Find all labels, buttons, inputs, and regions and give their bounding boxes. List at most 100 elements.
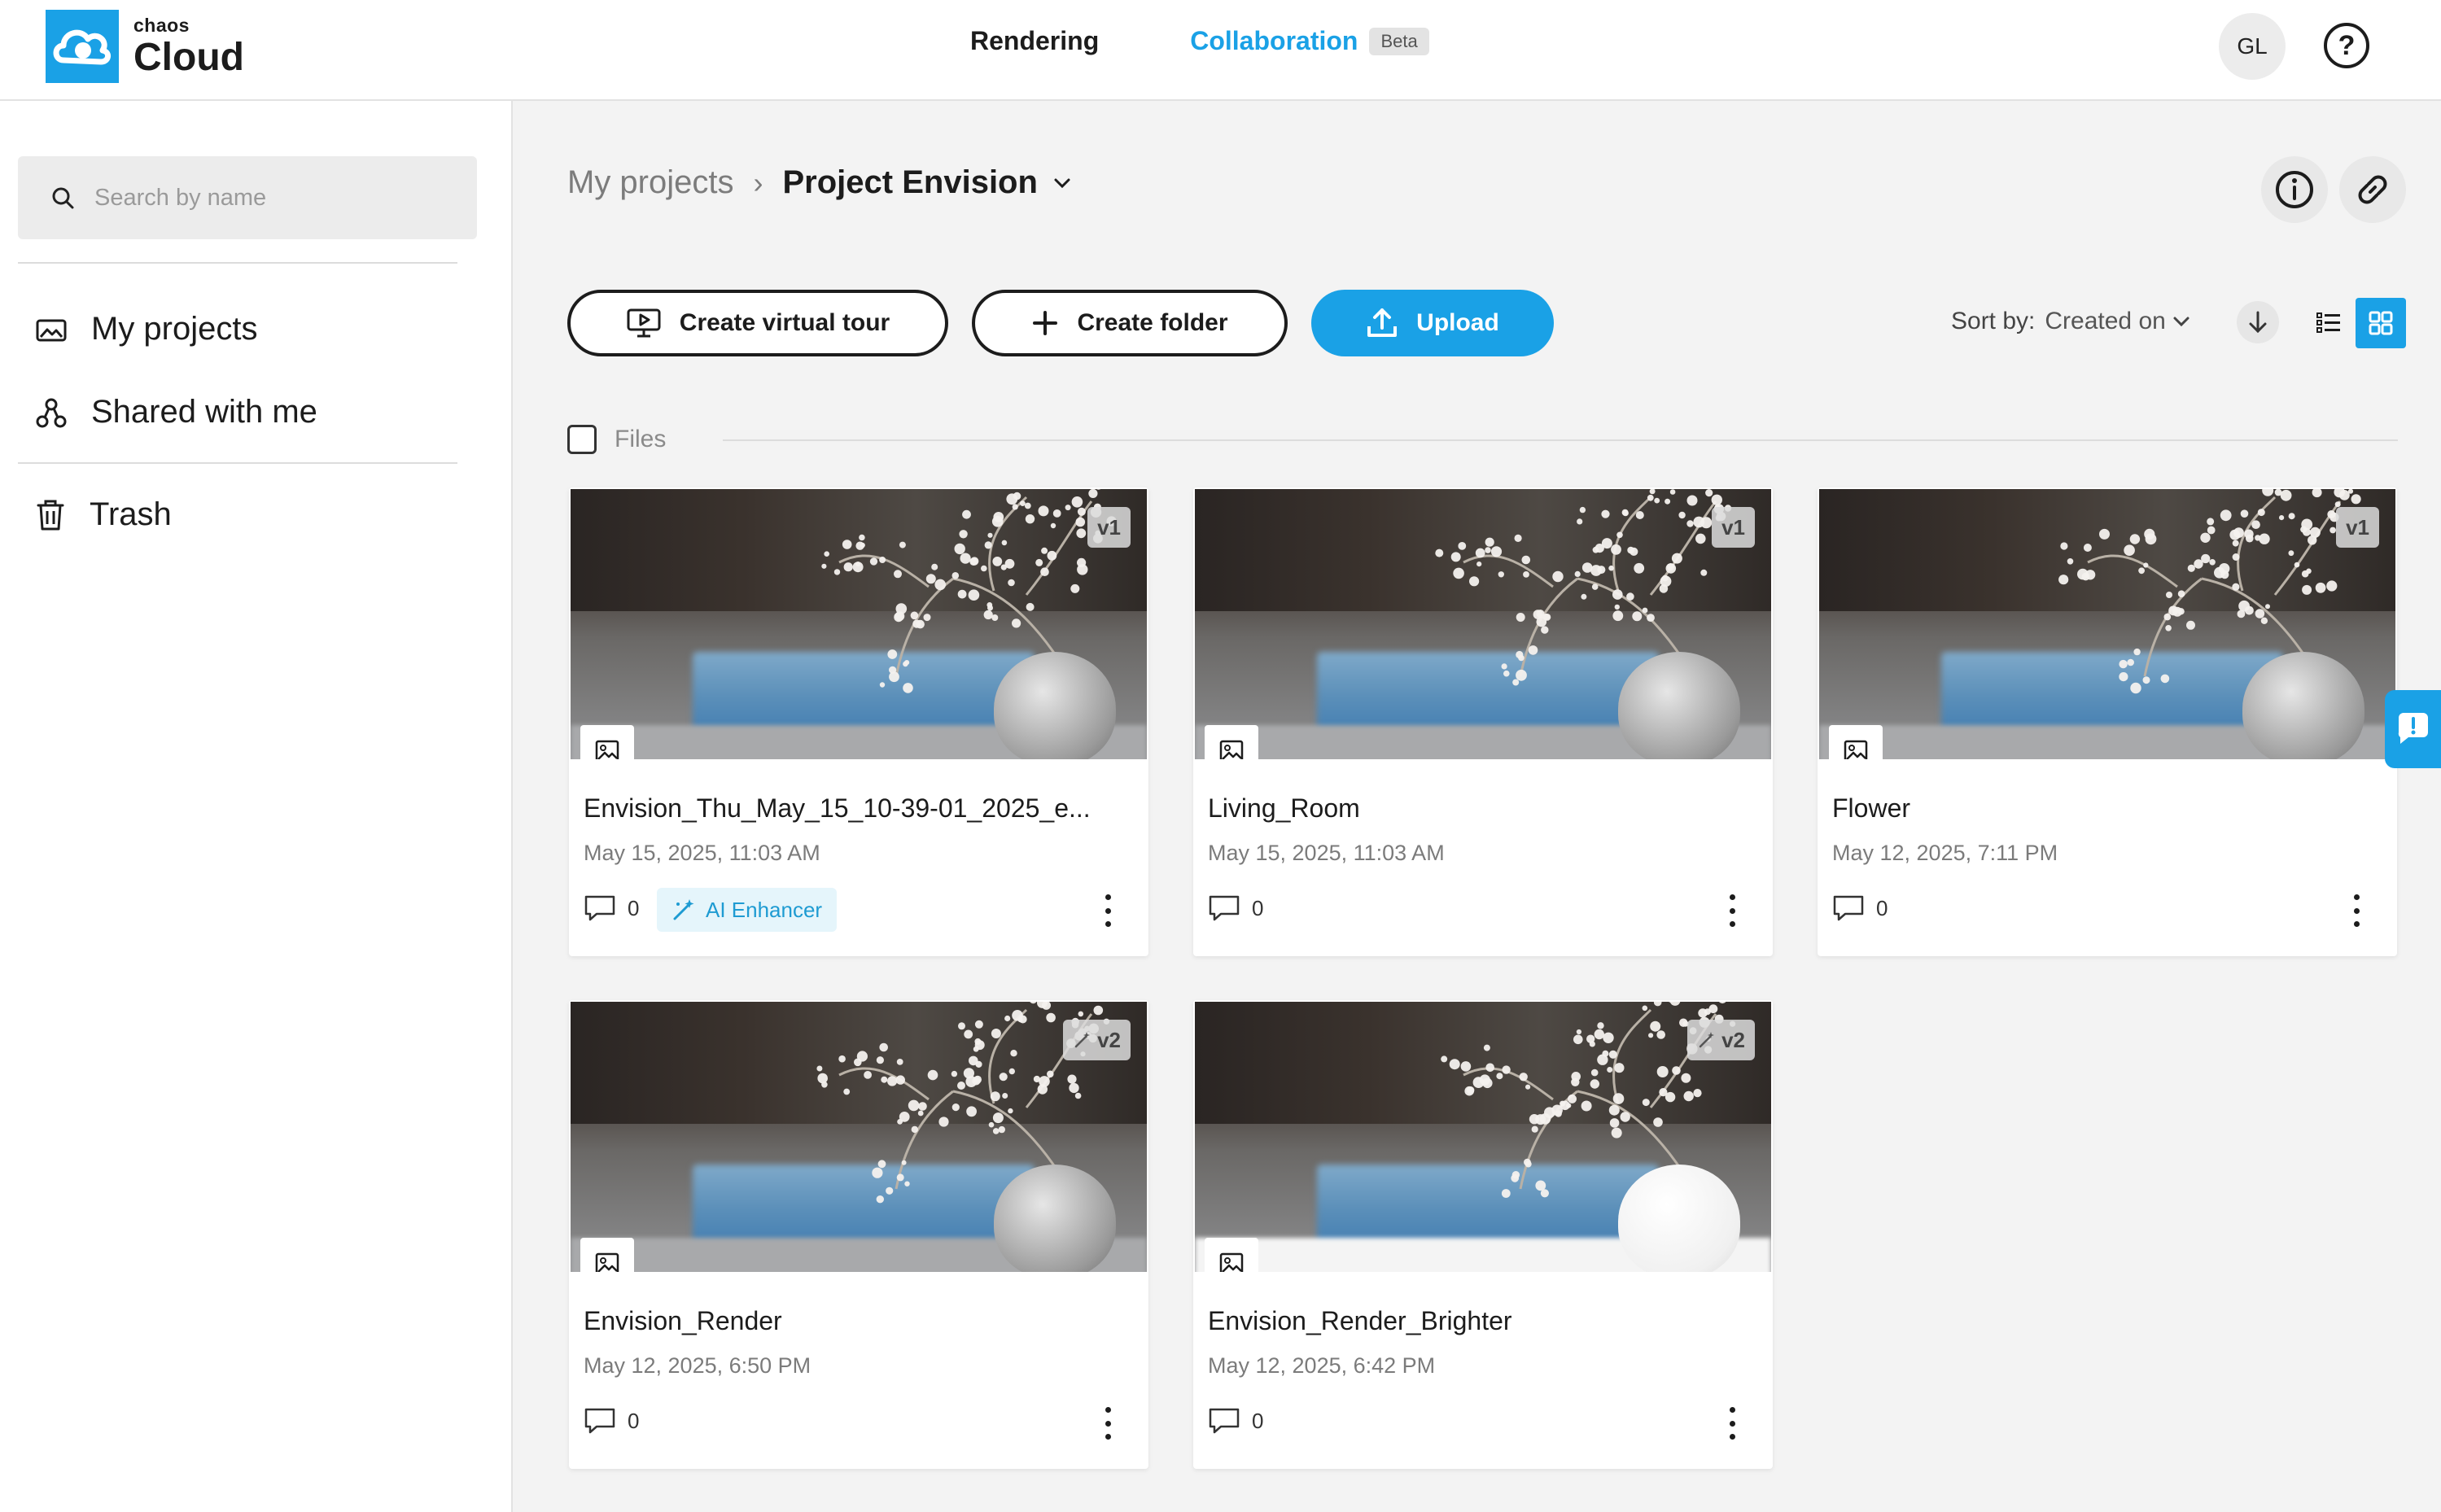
image-type-badge bbox=[580, 725, 634, 759]
search-input[interactable] bbox=[94, 184, 453, 212]
card-title[interactable]: Living_Room bbox=[1208, 793, 1761, 824]
files-divider bbox=[723, 439, 2398, 441]
comment-icon bbox=[584, 1408, 615, 1434]
beta-badge: Beta bbox=[1369, 27, 1429, 55]
file-card[interactable]: v1 Flower May 12, 2025, 7:11 PM 0 bbox=[1818, 487, 2397, 956]
comments-count[interactable]: 0 bbox=[1832, 894, 1888, 922]
grid-view-icon bbox=[2369, 311, 2393, 335]
chevron-down-icon[interactable] bbox=[1052, 177, 1072, 190]
comments-count[interactable]: 0 bbox=[584, 1407, 639, 1435]
create-folder-button[interactable]: Create folder bbox=[972, 290, 1288, 356]
search-icon bbox=[52, 187, 74, 209]
sidebar-item-trash[interactable]: Trash bbox=[36, 496, 172, 533]
file-card[interactable]: v1 Living_Room May 15, 2025, 11:03 AM 0 bbox=[1193, 487, 1773, 956]
thumbnail-vase bbox=[994, 1165, 1116, 1272]
image-type-badge bbox=[1829, 725, 1883, 759]
sort-value[interactable]: Created on bbox=[2045, 308, 2165, 335]
logo-big-text: Cloud bbox=[133, 35, 244, 79]
sidebar-item-shared-with-me[interactable]: Shared with me bbox=[36, 394, 317, 430]
nav-rendering[interactable]: Rendering bbox=[970, 26, 1099, 56]
comments-count-value: 0 bbox=[628, 1408, 640, 1433]
comments-count[interactable]: 0 bbox=[1208, 894, 1263, 922]
render-thumbnail[interactable]: v1 bbox=[1195, 489, 1771, 759]
sidebar-divider bbox=[18, 462, 457, 464]
info-icon bbox=[2276, 171, 2313, 208]
files-header: Files bbox=[567, 425, 666, 454]
version-badge: v2 bbox=[1063, 1020, 1131, 1060]
feedback-button[interactable] bbox=[2385, 690, 2441, 768]
sidebar-item-my-projects[interactable]: My projects bbox=[36, 311, 258, 347]
upload-button[interactable]: Upload bbox=[1311, 290, 1554, 356]
copy-link-button[interactable] bbox=[2339, 156, 2406, 223]
select-all-checkbox[interactable] bbox=[567, 425, 597, 454]
ai-enhancer-chip[interactable]: AI Enhancer bbox=[657, 888, 838, 932]
chaos-cloud-logo[interactable]: chaos Cloud bbox=[46, 10, 244, 83]
version-badge: v1 bbox=[1712, 507, 1755, 548]
sort-direction-button[interactable] bbox=[2237, 301, 2279, 343]
image-icon bbox=[1219, 1252, 1244, 1272]
image-type-badge bbox=[580, 1238, 634, 1272]
nav-collaboration[interactable]: Collaboration bbox=[1190, 26, 1358, 56]
sort-control[interactable]: Sort by: Created on bbox=[1951, 308, 2190, 335]
arrow-down-icon bbox=[2249, 311, 2267, 334]
breadcrumb-current[interactable]: Project Envision bbox=[783, 164, 1038, 201]
more-options-icon[interactable] bbox=[1722, 1407, 1742, 1440]
help-icon[interactable]: ? bbox=[2324, 23, 2369, 68]
top-bar: chaos Cloud Rendering Collaboration Beta… bbox=[0, 0, 2441, 101]
card-date: May 15, 2025, 11:03 AM bbox=[584, 841, 820, 865]
render-thumbnail[interactable]: v1 bbox=[571, 489, 1147, 759]
cloud-logo-icon bbox=[46, 10, 119, 83]
more-options-icon[interactable] bbox=[1722, 894, 1742, 927]
version-label: v1 bbox=[2346, 514, 2369, 540]
breadcrumb: My projects › Project Envision bbox=[567, 164, 1072, 201]
trash-icon bbox=[37, 500, 64, 530]
render-thumbnail[interactable]: v1 bbox=[1819, 489, 2395, 759]
version-label: v1 bbox=[1097, 514, 1121, 540]
info-button[interactable] bbox=[2261, 156, 2328, 223]
image-type-badge bbox=[1205, 1238, 1258, 1272]
create-folder-label: Create folder bbox=[1077, 309, 1228, 336]
version-label: v1 bbox=[1721, 514, 1745, 540]
file-card[interactable]: v2 Envision_Render_Brighter May 12, 2025, … bbox=[1193, 1000, 1773, 1469]
user-avatar[interactable]: GL bbox=[2219, 13, 2286, 80]
chevron-down-icon[interactable] bbox=[2172, 315, 2190, 328]
card-title[interactable]: Envision_Thu_May_15_10-39-01_2025_e... bbox=[584, 793, 1137, 824]
sidebar-divider bbox=[18, 262, 457, 264]
create-virtual-tour-button[interactable]: Create virtual tour bbox=[567, 290, 948, 356]
grid-view-button[interactable] bbox=[2356, 298, 2406, 348]
breadcrumb-parent[interactable]: My projects bbox=[567, 164, 734, 201]
list-view-icon bbox=[2316, 312, 2340, 333]
render-thumbnail[interactable]: v2 bbox=[1195, 1002, 1771, 1272]
file-card[interactable]: v1 Envision_Thu_May_15_10-39-01_2025_e...… bbox=[569, 487, 1148, 956]
image-icon bbox=[1219, 740, 1244, 759]
card-title[interactable]: Envision_Render_Brighter bbox=[1208, 1306, 1761, 1336]
comments-count-value: 0 bbox=[1252, 1408, 1264, 1433]
top-navigation: Rendering Collaboration Beta bbox=[970, 26, 1429, 56]
more-options-icon[interactable] bbox=[1098, 894, 1118, 927]
version-badge: v1 bbox=[1087, 507, 1131, 548]
more-options-icon[interactable] bbox=[2347, 894, 2366, 927]
comments-count[interactable]: 0 bbox=[1208, 1407, 1263, 1435]
comment-icon bbox=[584, 895, 615, 921]
comments-count[interactable]: 0 bbox=[584, 894, 639, 922]
image-icon bbox=[1844, 740, 1868, 759]
comment-icon bbox=[1833, 895, 1864, 921]
list-view-button[interactable] bbox=[2303, 298, 2354, 348]
image-icon bbox=[595, 740, 619, 759]
render-thumbnail[interactable]: v2 bbox=[571, 1002, 1147, 1272]
search-box[interactable] bbox=[18, 156, 477, 239]
card-date: May 12, 2025, 6:50 PM bbox=[584, 1353, 811, 1378]
card-date: May 12, 2025, 6:42 PM bbox=[1208, 1353, 1436, 1378]
ai-wand-icon bbox=[673, 899, 694, 920]
card-title[interactable]: Flower bbox=[1832, 793, 2386, 824]
version-badge: v2 bbox=[1687, 1020, 1755, 1060]
image-type-badge bbox=[1205, 725, 1258, 759]
version-label: v2 bbox=[1097, 1027, 1121, 1052]
file-card[interactable]: v2 Envision_Render May 12, 2025, 6:50 PM 0 bbox=[569, 1000, 1148, 1469]
virtual-tour-icon bbox=[627, 308, 661, 338]
plus-icon bbox=[1033, 311, 1058, 335]
card-title[interactable]: Envision_Render bbox=[584, 1306, 1137, 1336]
more-options-icon[interactable] bbox=[1098, 1407, 1118, 1440]
comments-count-value: 0 bbox=[1876, 895, 1888, 920]
thumbnail-vase bbox=[994, 652, 1116, 759]
